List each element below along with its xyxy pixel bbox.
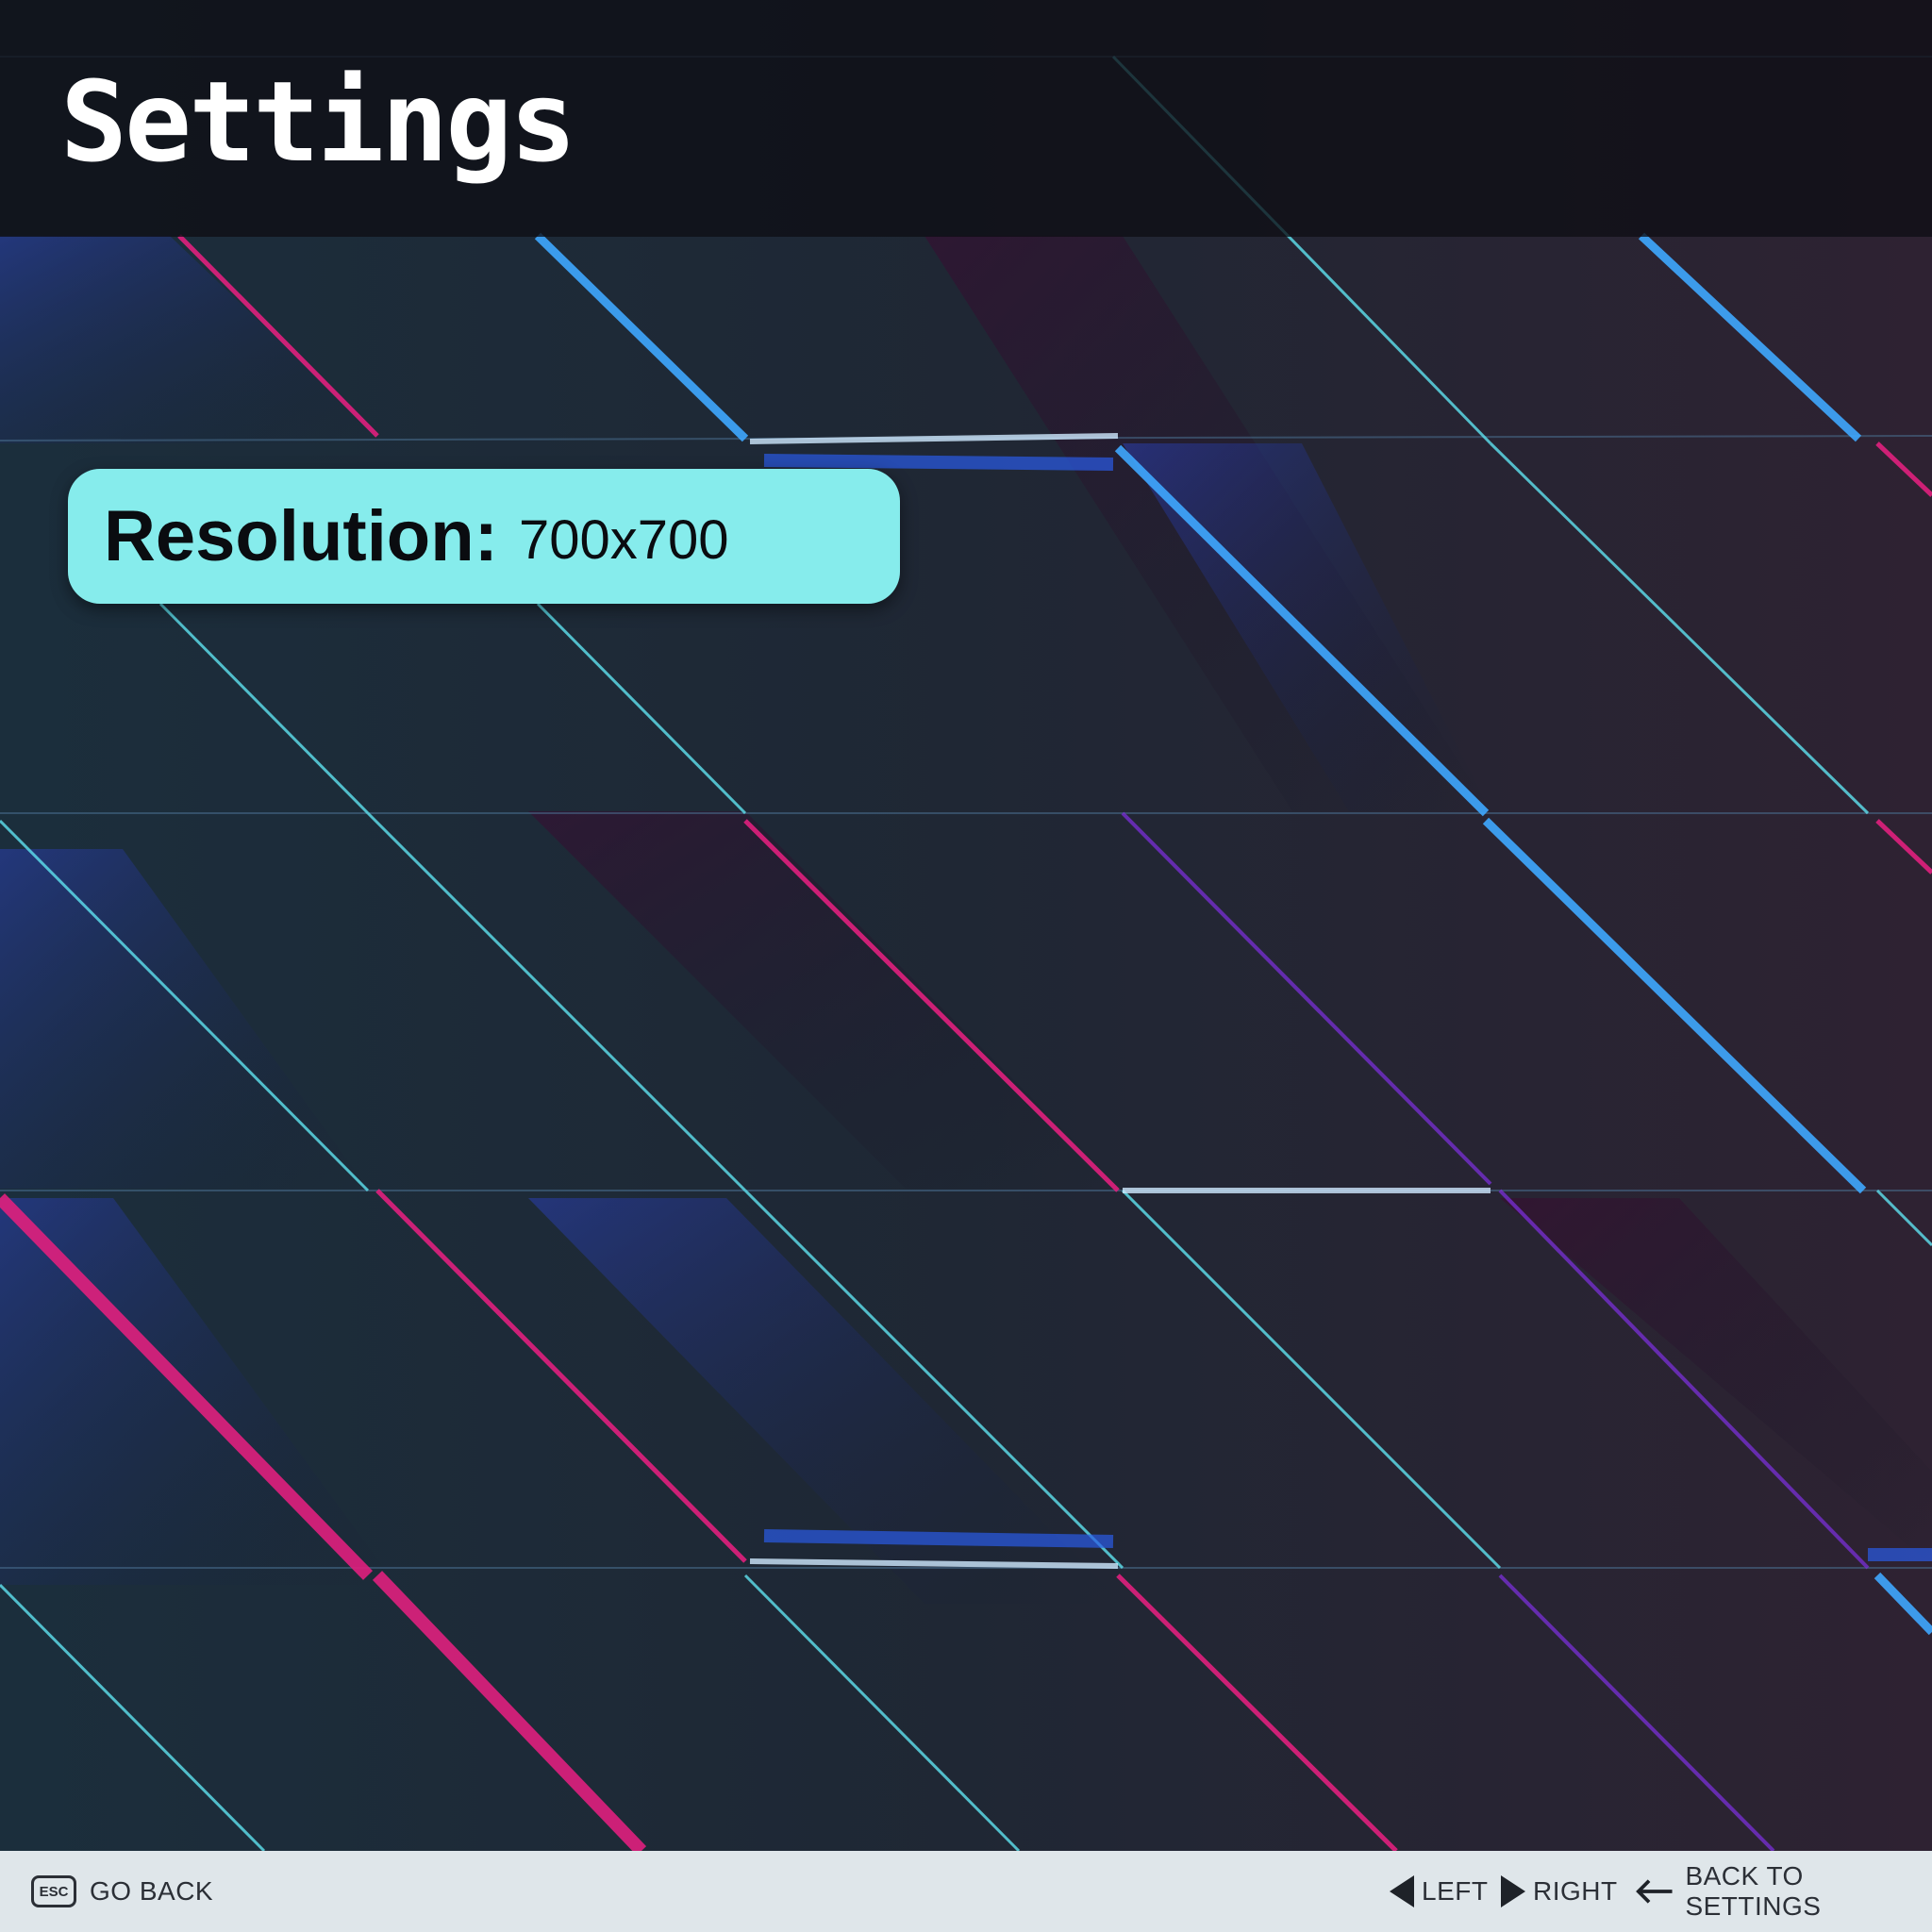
resolution-option[interactable]: Resolution: 700x700 xyxy=(68,469,900,604)
back-to-settings-label: BACK TO SETTINGS xyxy=(1685,1861,1822,1921)
triangle-right-icon xyxy=(1501,1875,1525,1907)
triangle-left-icon xyxy=(1390,1875,1414,1907)
settings-screen: Settings Resolution: 700x700 ESC GO BACK… xyxy=(0,0,1932,1932)
left-button[interactable]: LEFT xyxy=(1390,1851,1488,1932)
page-title: Settings xyxy=(60,57,576,187)
go-back-button[interactable]: ESC GO BACK xyxy=(31,1851,213,1932)
footer-controls-bar: ESC GO BACK LEFT RIGHT BACK TO SETTINGS xyxy=(0,1851,1932,1932)
right-label: RIGHT xyxy=(1533,1876,1618,1906)
esc-key-icon: ESC xyxy=(31,1875,76,1907)
resolution-value: 700x700 xyxy=(518,509,729,571)
back-to-settings-button[interactable]: BACK TO SETTINGS xyxy=(1635,1851,1932,1932)
go-back-label: GO BACK xyxy=(90,1876,214,1906)
arrow-left-icon xyxy=(1636,1879,1673,1904)
left-label: LEFT xyxy=(1422,1876,1489,1906)
resolution-label: Resolution: xyxy=(104,496,498,576)
right-button[interactable]: RIGHT xyxy=(1501,1851,1618,1932)
background-geometric-pattern xyxy=(0,0,1932,1932)
header-bar: Settings xyxy=(0,0,1932,237)
